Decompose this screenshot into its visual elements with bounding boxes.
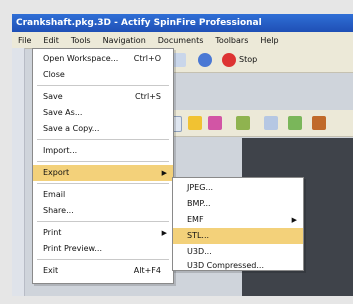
menu-item[interactable]: Import... bbox=[33, 143, 173, 159]
menu-item[interactable]: Open Workspace... Ctrl+O bbox=[33, 51, 173, 67]
submenu-arrow-icon: ▶ bbox=[291, 216, 297, 224]
menu-file[interactable]: File bbox=[18, 36, 31, 45]
tool-icon[interactable] bbox=[172, 53, 186, 67]
menu-item-export[interactable]: Export ▶ bbox=[33, 165, 173, 181]
submenu-arrow-icon: ▶ bbox=[161, 169, 167, 177]
tool-icon[interactable] bbox=[236, 116, 250, 130]
menu-separator bbox=[37, 139, 169, 140]
menu-separator bbox=[37, 259, 169, 260]
stop-label[interactable]: Stop bbox=[239, 55, 257, 64]
export-submenu: JPEG... BMP... EMF ▶ STL... U3D... U3D C… bbox=[172, 177, 304, 271]
menu-item[interactable]: Save a Copy... bbox=[33, 121, 173, 137]
submenu-arrow-icon: ▶ bbox=[161, 229, 167, 237]
menu-help[interactable]: Help bbox=[260, 36, 278, 45]
menu-item[interactable]: Exit Alt+F4 bbox=[33, 263, 173, 279]
menu-item[interactable]: EMF ▶ bbox=[173, 212, 303, 228]
menu-bar: File Edit Tools Navigation Documents Too… bbox=[12, 32, 353, 49]
file-menu: Open Workspace... Ctrl+O Close Save Ctrl… bbox=[32, 48, 174, 284]
tool-icon[interactable] bbox=[188, 116, 202, 130]
menu-separator bbox=[37, 183, 169, 184]
tool-icon[interactable] bbox=[312, 116, 326, 130]
menu-separator bbox=[37, 161, 169, 162]
menu-navigation[interactable]: Navigation bbox=[103, 36, 146, 45]
tool-icon[interactable] bbox=[208, 116, 222, 130]
menu-item[interactable]: Share... bbox=[33, 203, 173, 219]
menu-tools[interactable]: Tools bbox=[71, 36, 91, 45]
menu-item[interactable]: Save As... bbox=[33, 105, 173, 121]
menu-item[interactable]: U3D Compressed... bbox=[173, 258, 303, 274]
menu-item[interactable]: BMP... bbox=[173, 196, 303, 212]
help-icon[interactable] bbox=[198, 53, 212, 67]
tool-icon[interactable] bbox=[288, 116, 302, 130]
menu-item[interactable]: Print Preview... bbox=[33, 241, 173, 257]
menu-item[interactable]: JPEG... bbox=[173, 180, 303, 196]
menu-item[interactable]: Email bbox=[33, 187, 173, 203]
app-window: Crankshaft.pkg.3D - Actify SpinFire Prof… bbox=[12, 14, 353, 296]
menu-item[interactable]: Print ▶ bbox=[33, 225, 173, 241]
tool-icon[interactable] bbox=[264, 116, 278, 130]
menu-toolbars[interactable]: Toolbars bbox=[215, 36, 248, 45]
menu-item-stl[interactable]: STL... bbox=[173, 228, 303, 244]
window-title: Crankshaft.pkg.3D - Actify SpinFire Prof… bbox=[12, 14, 353, 32]
menu-edit[interactable]: Edit bbox=[43, 36, 59, 45]
side-strip bbox=[12, 48, 25, 296]
menu-separator bbox=[37, 221, 169, 222]
menu-separator bbox=[37, 85, 169, 86]
menu-item[interactable]: Close bbox=[33, 67, 173, 83]
view-toolbar bbox=[162, 110, 353, 137]
menu-documents[interactable]: Documents bbox=[158, 36, 204, 45]
stop-icon[interactable] bbox=[222, 53, 236, 67]
menu-item[interactable]: Save Ctrl+S bbox=[33, 89, 173, 105]
